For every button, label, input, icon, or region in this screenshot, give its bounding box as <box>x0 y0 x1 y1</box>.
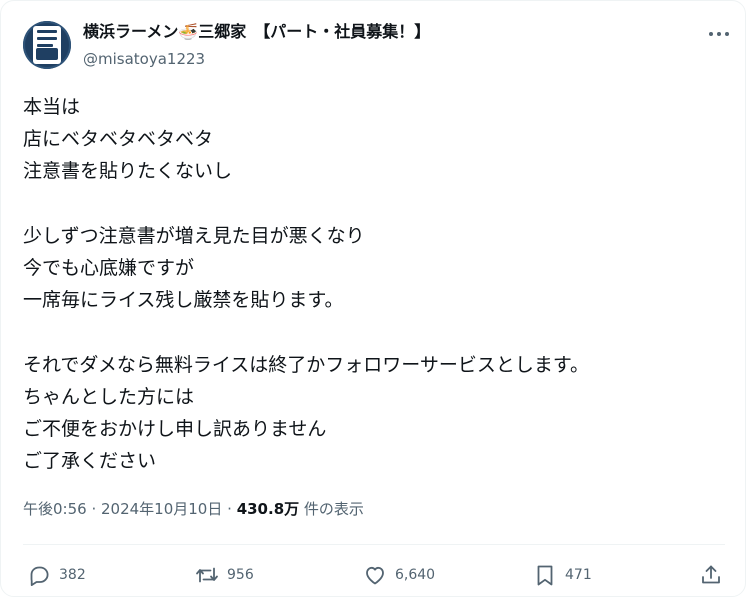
share-button[interactable] <box>699 562 723 588</box>
repost-count: 956 <box>227 567 254 583</box>
avatar[interactable] <box>23 21 71 69</box>
bookmark-icon <box>537 565 553 586</box>
repost-icon <box>196 567 218 583</box>
share-icon <box>702 565 720 584</box>
post-card: 横浜ラーメン🍜三郷家 【パート・社員募集！】 @misatoya1223 本当は… <box>0 0 746 597</box>
repost-button[interactable]: 956 <box>195 562 254 588</box>
post-timestamp[interactable]: 午後0:56 · 2024年10月10日 <box>23 500 222 518</box>
more-icon[interactable] <box>705 23 733 45</box>
like-count: 6,640 <box>395 567 436 583</box>
like-button[interactable]: 6,640 <box>363 562 435 588</box>
user-handle[interactable]: @misatoya1223 <box>83 48 205 70</box>
reply-icon <box>30 566 49 586</box>
views-label: 件の表示 <box>303 500 364 518</box>
post-text: 本当は 店にベタベタベタベタ 注意書を貼りたくないし 少しずつ注意書が増え見た目… <box>23 96 590 473</box>
bookmark-button[interactable]: 471 <box>533 562 592 588</box>
divider <box>23 544 725 545</box>
views-count: 430.8万 <box>236 500 300 518</box>
display-name[interactable]: 横浜ラーメン🍜三郷家 【パート・社員募集！】 <box>83 21 430 43</box>
reply-button[interactable]: 382 <box>27 562 86 588</box>
avatar-logo-mark <box>36 48 58 60</box>
like-icon <box>366 566 384 585</box>
reply-count: 382 <box>59 567 86 583</box>
bookmark-count: 471 <box>565 567 592 583</box>
post-meta: 午後0:56 · 2024年10月10日 · 430.8万 件の表示 <box>23 498 364 520</box>
meta-separator: · <box>227 500 232 518</box>
